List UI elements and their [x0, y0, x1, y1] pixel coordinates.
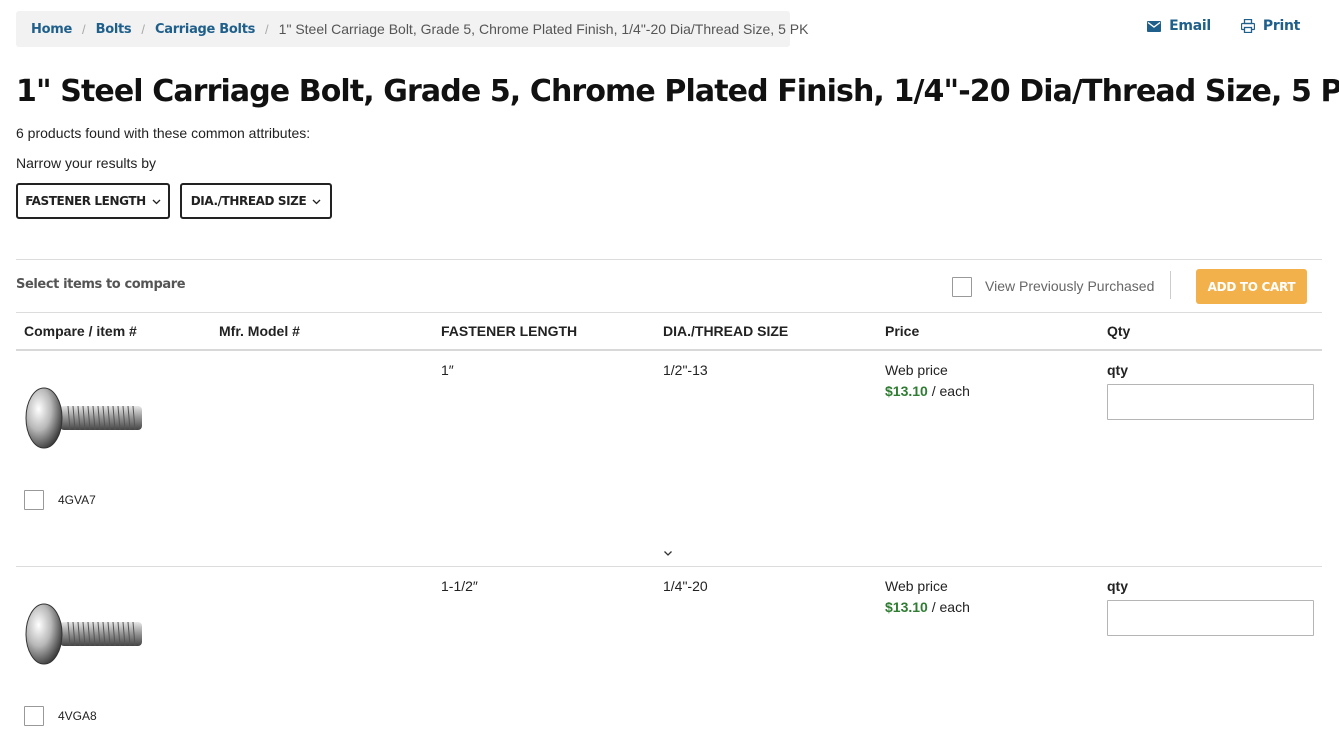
page-title: 1" Steel Carriage Bolt, Grade 5, Chrome … [16, 74, 1339, 109]
compare-checkbox[interactable] [24, 706, 44, 726]
price-unit: / each [927, 599, 970, 615]
page-actions: Email Print [1147, 18, 1300, 34]
qty-input[interactable] [1107, 600, 1314, 636]
qty-label: qty [1107, 578, 1128, 594]
web-price-label: Web price [885, 362, 948, 378]
view-previously-purchased-checkbox[interactable] [952, 277, 972, 297]
breadcrumb-carriage-bolts[interactable]: Carriage Bolts [155, 22, 255, 37]
price-unit: / each [927, 383, 970, 399]
item-number[interactable]: 4VGA8 [58, 709, 97, 723]
item-number[interactable]: 4GVA7 [58, 493, 96, 507]
table-row: 4GVA7 1″ 1/2"-13 Web price $13.10 / each… [0, 351, 1339, 566]
breadcrumb-separator: / [81, 21, 86, 37]
print-button[interactable]: Print [1240, 18, 1300, 34]
divider [16, 312, 1322, 313]
chevron-down-icon [152, 194, 161, 208]
chevron-down-icon [312, 194, 321, 208]
table-row: 4VGA8 1-1/2″ 1/4"-20 Web price $13.10 / … [0, 567, 1339, 749]
compare-checkbox[interactable] [24, 490, 44, 510]
column-header-fastener-length[interactable]: FASTENER LENGTH [441, 323, 577, 339]
column-header-mfr-model: Mfr. Model # [219, 323, 300, 339]
breadcrumb-current: 1" Steel Carriage Bolt, Grade 5, Chrome … [278, 21, 809, 37]
fastener-length-filter-label: FASTENER LENGTH [25, 194, 146, 208]
product-image[interactable] [24, 385, 146, 455]
narrow-results-label: Narrow your results by [16, 155, 157, 171]
dia-thread-size-filter[interactable]: DIA./THREAD SIZE [180, 183, 332, 219]
view-previously-purchased-label[interactable]: View Previously Purchased [985, 278, 1154, 294]
qty-input[interactable] [1107, 384, 1314, 420]
compare-label: Select items to compare [16, 277, 186, 292]
price-amount: $13.10 [885, 383, 928, 399]
breadcrumb-separator: / [265, 21, 269, 37]
dia-thread-size-filter-label: DIA./THREAD SIZE [190, 194, 307, 208]
column-header-qty: Qty [1107, 323, 1131, 339]
price-line: $13.10 / each [885, 383, 970, 399]
print-label: Print [1262, 18, 1300, 34]
price-line: $13.10 / each [885, 599, 970, 615]
chevron-down-icon[interactable] [663, 544, 673, 562]
envelope-icon [1147, 20, 1162, 32]
add-to-cart-button[interactable]: ADD TO CART [1196, 269, 1307, 304]
dia-thread-size-value: 1/2"-13 [663, 362, 708, 378]
breadcrumb-bolts[interactable]: Bolts [96, 22, 132, 37]
column-header-dia-thread-size[interactable]: DIA./THREAD SIZE [663, 323, 788, 339]
email-label: Email [1169, 18, 1211, 34]
breadcrumb-separator: / [141, 21, 145, 37]
product-image[interactable] [24, 601, 146, 671]
price-amount: $13.10 [885, 599, 928, 615]
divider [16, 259, 1322, 260]
column-header-compare: Compare / item # [24, 323, 137, 339]
breadcrumb: Home / Bolts / Carriage Bolts / 1" Steel… [16, 11, 808, 47]
price-cell: Web price $13.10 / each [885, 578, 970, 615]
dia-thread-size-value: 1/4"-20 [663, 578, 708, 594]
email-button[interactable]: Email [1147, 18, 1211, 34]
fastener-length-value: 1-1/2″ [441, 578, 478, 594]
divider [1170, 271, 1171, 299]
printer-icon [1240, 19, 1255, 33]
fastener-length-filter[interactable]: FASTENER LENGTH [16, 183, 170, 219]
breadcrumb-home[interactable]: Home [31, 22, 72, 37]
fastener-length-value: 1″ [441, 362, 454, 378]
web-price-label: Web price [885, 578, 948, 594]
column-header-price: Price [885, 323, 920, 339]
products-found-text: 6 products found with these common attri… [16, 125, 311, 141]
price-cell: Web price $13.10 / each [885, 362, 970, 399]
qty-label: qty [1107, 362, 1128, 378]
